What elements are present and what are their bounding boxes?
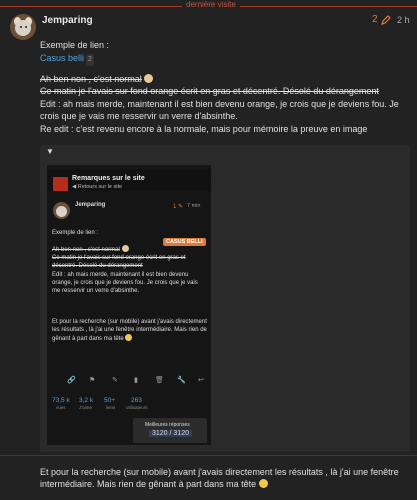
stat-links-num: 50+	[104, 397, 116, 404]
closing-text-row: Et pour la recherche (sur mobile) avant …	[40, 466, 410, 490]
screenshot-time: 7 min	[187, 203, 201, 209]
post-strike1-row: Ah ben non , c'est normal	[40, 73, 410, 85]
wrench-icon: 🔧	[177, 377, 186, 384]
last-visit-divider: dernière visite	[0, 0, 417, 14]
divider-line-right	[240, 6, 417, 7]
screenshot-avatar	[53, 202, 70, 219]
post-link-row: Casus belli 2	[40, 52, 410, 66]
bookmark-icon: ▮	[134, 377, 138, 384]
screenshot-edit-text: Edit : ah mais merde, maintenant il est …	[52, 272, 198, 294]
screenshot-back-link: ◀ Retours sur le site	[72, 184, 123, 190]
smile-emoji-icon	[258, 479, 268, 488]
post-line1: Exemple de lien :	[40, 40, 110, 50]
reply-icon: ↩	[198, 377, 204, 384]
screenshot-site-title: Remarques sur le site	[72, 175, 145, 182]
cat-emoji-icon	[144, 74, 154, 83]
screenshot-edit-count: 1 ✎	[173, 204, 184, 210]
strike-text-2: Ce matin je l'avais sur fond orange écri…	[40, 86, 379, 96]
screenshot-smile-emoji-icon	[125, 334, 133, 341]
screenshot-strike1: Ah ben non , c'est normal	[52, 247, 120, 253]
post-separator	[0, 455, 417, 456]
screenshot-line1: Exemple de lien :	[52, 230, 99, 236]
screenshot-topic-map: Meilleures réponses 3120 / 3120	[133, 418, 207, 443]
edit-text: Edit : ah mais merde, maintenant il est …	[40, 99, 399, 121]
edit-count[interactable]: 2	[372, 14, 378, 25]
divider-line-left	[0, 6, 182, 7]
last-visit-label: dernière visite	[186, 0, 236, 9]
post-time[interactable]: 2 h	[397, 15, 410, 25]
casus-belli-link[interactable]: Casus belli	[40, 53, 84, 63]
screenshot-strike1-row: Ah ben non , c'est normal	[52, 245, 207, 254]
site-logo-icon	[53, 177, 68, 191]
link-icon: 🔗	[67, 377, 76, 384]
stat-likes-label: J'aime	[79, 405, 92, 410]
screenshot-closing: Et pour la recherche (sur mobile) avant …	[52, 318, 207, 343]
screenshot-strike2: Ce matin je l'avais sur fond orange écri…	[52, 255, 186, 269]
screenshot-cat-emoji-icon	[121, 245, 129, 252]
stat-users-num: 263	[131, 397, 142, 404]
post-username[interactable]: Jemparing	[42, 15, 93, 26]
trash-icon: 🗑	[155, 377, 164, 384]
flag-icon: ⚑	[89, 377, 96, 384]
edit-icon: ✎	[112, 377, 118, 384]
screenshot-header: Remarques sur le site ◀ Retours sur le s…	[47, 169, 211, 191]
details-toggle-icon[interactable]: ▼	[46, 147, 54, 156]
reedit-text: Re edit : c'est revenu encore à la norma…	[40, 124, 368, 134]
stat-likes-num: 3,2 k	[79, 397, 94, 404]
strike-text-1: Ah ben non , c'est normal	[40, 74, 142, 84]
stat-views-label: vues	[56, 405, 66, 410]
screenshot-action-bar: 🔗 ⚑ ✎ ▮ 🗑 🔧 ↩	[57, 376, 207, 388]
closing-text: Et pour la recherche (sur mobile) avant …	[40, 467, 399, 489]
embedded-screenshot[interactable]: Remarques sur le site ◀ Retours sur le s…	[47, 165, 211, 445]
stat-views-num: 73,5 k	[52, 397, 70, 404]
stat-users-label: utilisateurs	[126, 405, 148, 410]
screenshot-username: Jemparing	[75, 202, 106, 208]
stat-links-label: liens	[106, 405, 116, 410]
link-click-badge: 2	[86, 54, 94, 66]
topic-map-title: Meilleures réponses	[145, 422, 190, 428]
user-avatar[interactable]	[10, 14, 36, 40]
pencil-icon[interactable]	[380, 14, 392, 26]
topic-map-counter: 3120 / 3120	[149, 430, 192, 437]
